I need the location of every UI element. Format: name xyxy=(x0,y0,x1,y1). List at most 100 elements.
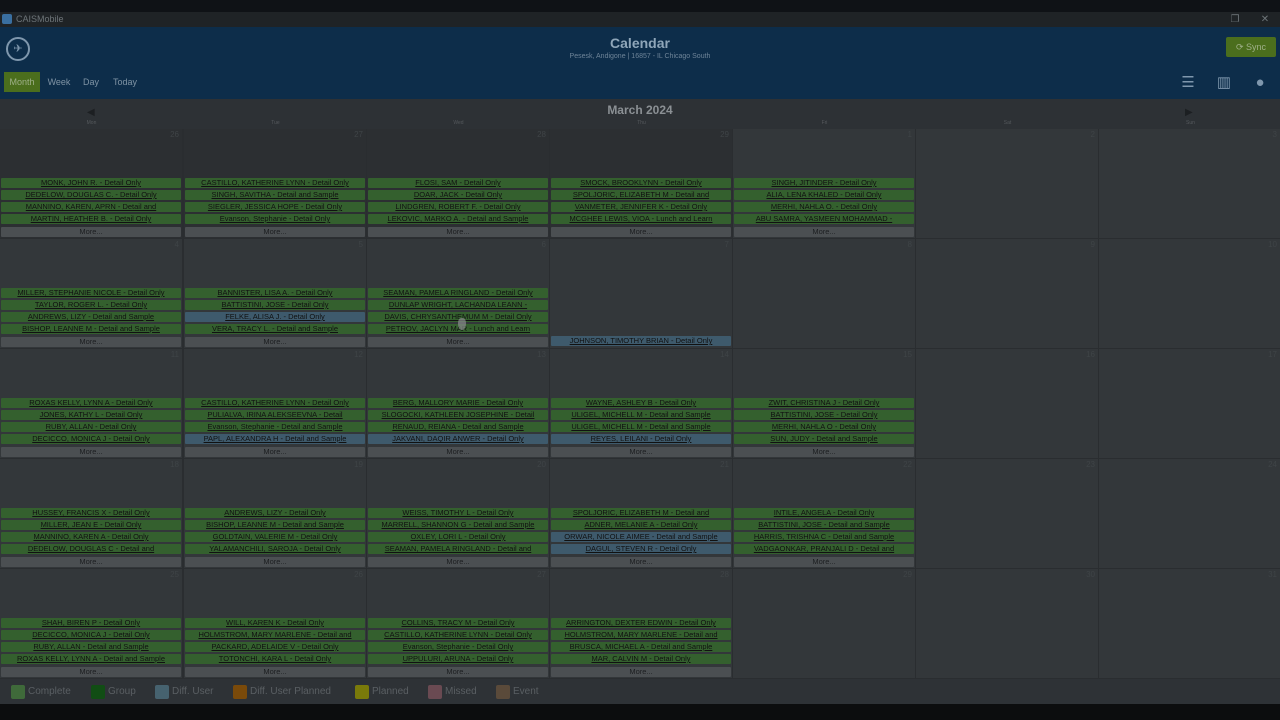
day-cell[interactable]: 20 WEISS, TIMOTHY L - Detail Only MARRELL,… xyxy=(367,459,549,568)
day-cell[interactable]: 13 BERG, MALLORY MARIE - Detail Only SLOGO… xyxy=(367,349,549,458)
calendar-event[interactable]: ANDREWS, LIZY - Detail and Sample xyxy=(1,312,181,322)
calendar-event[interactable]: SUN, JUDY - Detail and Sample xyxy=(734,434,914,444)
view-today-button[interactable]: Today xyxy=(108,72,142,92)
calendar-event[interactable]: ROXAS KELLY, LYNN A - Detail and Sample xyxy=(1,654,181,664)
day-cell[interactable]: 29 xyxy=(733,569,915,678)
more-link[interactable]: More... xyxy=(185,447,365,457)
day-cell[interactable]: 4 MILLER, STEPHANIE NICOLE - Detail Only T… xyxy=(0,239,182,348)
calendar-event[interactable]: BRUSCA, MICHAEL A - Detail and Sample xyxy=(551,642,731,652)
calendar-event[interactable]: BATTISTINI, JOSE - Detail Only xyxy=(185,300,365,310)
day-cell[interactable]: 3 xyxy=(1099,129,1280,238)
more-link[interactable]: More... xyxy=(551,667,731,677)
calendar-event[interactable]: VANMETER, JENNIFER K - Detail Only xyxy=(551,202,731,212)
maximize-button[interactable]: ❐ xyxy=(1220,12,1250,27)
calendar-event[interactable]: HOLMSTROM, MARY MARLENE - Detail and xyxy=(185,630,365,640)
calendar-event[interactable]: WILL, KAREN K - Detail Only xyxy=(185,618,365,628)
calendar-event[interactable]: BERG, MALLORY MARIE - Detail Only xyxy=(368,398,548,408)
calendar-event[interactable]: CASTILLO, KATHERINE LYNN - Detail Only xyxy=(185,398,365,408)
calendar-event[interactable]: MANNINO, KAREN A - Detail Only xyxy=(1,532,181,542)
calendar-event[interactable]: REYES, LEILANI - Detail Only xyxy=(551,434,731,444)
calendar-event[interactable]: TOTONCHI, KARA L - Detail Only xyxy=(185,654,365,664)
day-cell[interactable]: 18 HUSSEY, FRANCIS X - Detail Only MILLER,… xyxy=(0,459,182,568)
calendar-event[interactable]: MARRELL, SHANNON G - Detail and Sample xyxy=(368,520,548,530)
calendar-event[interactable]: SIEGLER, JESSICA HOPE - Detail Only xyxy=(185,202,365,212)
day-cell[interactable]: 2 xyxy=(916,129,1098,238)
day-cell[interactable]: 9 xyxy=(916,239,1098,348)
calendar-event[interactable]: ABU SAMRA, YASMEEN MOHAMMAD - xyxy=(734,214,914,224)
more-link[interactable]: More... xyxy=(551,557,731,567)
calendar-event[interactable]: MERHI, NAHLA O - Detail Only xyxy=(734,422,914,432)
day-cell[interactable]: 31 xyxy=(1099,569,1280,678)
calendar-event[interactable]: ULIGEL, MICHELL M - Detail and Sample xyxy=(551,410,731,420)
calendar-event[interactable]: MILLER, JEAN E - Detail Only xyxy=(1,520,181,530)
calendar-event[interactable]: JONES, KATHY L - Detail Only xyxy=(1,410,181,420)
day-cell[interactable]: 28 ARRINGTON, DEXTER EDWIN - Detail Only H… xyxy=(550,569,732,678)
calendar-event[interactable]: JAKVANI, DAQIR ANWER - Detail Only xyxy=(368,434,548,444)
calendar-event[interactable]: DEDELOW, DOUGLAS C. - Detail Only xyxy=(1,190,181,200)
day-cell[interactable]: 16 xyxy=(916,349,1098,458)
day-cell[interactable]: 24 xyxy=(1099,459,1280,568)
calendar-event[interactable]: ULIGEL, MICHELL M - Detail and Sample xyxy=(551,422,731,432)
view-week-button[interactable]: Week xyxy=(44,72,74,92)
day-cell[interactable]: 11 ROXAS KELLY, LYNN A - Detail Only JONES… xyxy=(0,349,182,458)
day-cell[interactable]: 6 SEAMAN, PAMELA RINGLAND - Detail Only DU… xyxy=(367,239,549,348)
calendar-event[interactable]: Evanson, Stephanie - Detail and Sample xyxy=(185,422,365,432)
calendar-event[interactable]: ADNER, MELANIE A - Detail Only xyxy=(551,520,731,530)
calendar-event[interactable]: INTILE, ANGELA - Detail Only xyxy=(734,508,914,518)
calendar-event[interactable]: SPOLJORIC, ELIZABETH M - Detail and xyxy=(551,190,731,200)
day-cell[interactable]: 25 SHAH, BIREN P - Detail Only DECICCO, MO… xyxy=(0,569,182,678)
view-day-button[interactable]: Day xyxy=(78,72,104,92)
calendar-event[interactable]: Evanson, Stephanie - Detail Only xyxy=(368,642,548,652)
calendar-event[interactable]: MAR, CALVIN M - Detail Only xyxy=(551,654,731,664)
calendar-event[interactable]: VERA, TRACY L. - Detail and Sample xyxy=(185,324,365,334)
calendar-event[interactable]: WEISS, TIMOTHY L - Detail Only xyxy=(368,508,548,518)
calendar-event[interactable]: DOAR, JACK - Detail Only xyxy=(368,190,548,200)
day-cell[interactable]: 5 BANNISTER, LISA A. - Detail Only BATTIST… xyxy=(184,239,366,348)
calendar-event[interactable]: SEAMAN, PAMELA RINGLAND - Detail and xyxy=(368,544,548,554)
calendar-event[interactable]: WAYNE, ASHLEY B - Detail Only xyxy=(551,398,731,408)
calendar-event[interactable]: LINDGREN, ROBERT F. - Detail Only xyxy=(368,202,548,212)
more-link[interactable]: More... xyxy=(734,447,914,457)
close-window-button[interactable]: ✕ xyxy=(1250,12,1280,27)
calendar-event[interactable]: YALAMANCHILI, SAROJA - Detail Only xyxy=(185,544,365,554)
more-link[interactable]: More... xyxy=(368,557,548,567)
calendar-event[interactable]: PACKARD, ADELAIDE V - Detail Only xyxy=(185,642,365,652)
calendar-event[interactable]: SMOCK, BROOKLYNN - Detail Only xyxy=(551,178,731,188)
day-cell[interactable]: 7 JOHNSON, TIMOTHY BRIAN - Detail Only xyxy=(550,239,732,348)
calendar-event[interactable]: CASTILLO, KATHERINE LYNN - Detail Only xyxy=(185,178,365,188)
more-link[interactable]: More... xyxy=(551,447,731,457)
calendar-event[interactable]: ROXAS KELLY, LYNN A - Detail Only xyxy=(1,398,181,408)
day-cell[interactable]: 21 SPOLJORIC, ELIZABETH M - Detail and ADN… xyxy=(550,459,732,568)
calendar-event[interactable]: ORWAR, NICOLE AIMEE - Detail and Sample xyxy=(551,532,731,542)
calendar-event[interactable]: ARRINGTON, DEXTER EDWIN - Detail Only xyxy=(551,618,731,628)
calendar-event[interactable]: SHAH, BIREN P - Detail Only xyxy=(1,618,181,628)
more-link[interactable]: More... xyxy=(1,667,181,677)
calendar-event[interactable]: UPPULURI, ARUNA - Detail Only xyxy=(368,654,548,664)
map-icon[interactable]: ▥ xyxy=(1211,72,1237,94)
more-link[interactable]: More... xyxy=(1,447,181,457)
more-link[interactable]: More... xyxy=(734,557,914,567)
day-cell[interactable]: 26 WILL, KAREN K - Detail Only HOLMSTROM, … xyxy=(184,569,366,678)
calendar-event[interactable]: SPOLJORIC, ELIZABETH M - Detail and xyxy=(551,508,731,518)
day-cell[interactable]: 29 SMOCK, BROOKLYNN - Detail Only SPOLJORI… xyxy=(550,129,732,238)
calendar-event[interactable]: OXLEY, LORI L - Detail Only xyxy=(368,532,548,542)
day-cell[interactable]: 15 ZWIT, CHRISTINA J - Detail Only BATTIST… xyxy=(733,349,915,458)
day-cell[interactable]: 12 CASTILLO, KATHERINE LYNN - Detail Only… xyxy=(184,349,366,458)
calendar-event[interactable]: GOLDTAIN, VALERIE M - Detail Only xyxy=(185,532,365,542)
calendar-event[interactable]: BATTISTINI, JOSE - Detail and Sample xyxy=(734,520,914,530)
more-link[interactable]: More... xyxy=(185,667,365,677)
calendar-event[interactable]: HOLMSTROM, MARY MARLENE - Detail and xyxy=(551,630,731,640)
calendar-event[interactable]: ANDREWS, LIZY - Detail Only xyxy=(185,508,365,518)
calendar-event[interactable]: DECICCO, MONICA J - Detail Only xyxy=(1,434,181,444)
calendar-event[interactable]: CASTILLO, KATHERINE LYNN - Detail Only xyxy=(368,630,548,640)
calendar-event[interactable]: LEKOVIC, MARKO A. - Detail and Sample xyxy=(368,214,548,224)
more-link[interactable]: More... xyxy=(368,667,548,677)
user-icon[interactable]: ● xyxy=(1247,72,1273,94)
calendar-event[interactable]: MANNINO, KAREN, APRN - Detail and xyxy=(1,202,181,212)
calendar-event[interactable]: MERHI, NAHLA O. - Detail Only xyxy=(734,202,914,212)
more-link[interactable]: More... xyxy=(1,227,181,237)
calendar-event[interactable]: FELKE, ALISA J. - Detail Only xyxy=(185,312,365,322)
calendar-event[interactable]: SLOGOCKI, KATHLEEN JOSEPHINE - Detail xyxy=(368,410,548,420)
day-cell[interactable]: 17 xyxy=(1099,349,1280,458)
calendar-event[interactable]: ALIA, LENA KHALED - Detail Only xyxy=(734,190,914,200)
